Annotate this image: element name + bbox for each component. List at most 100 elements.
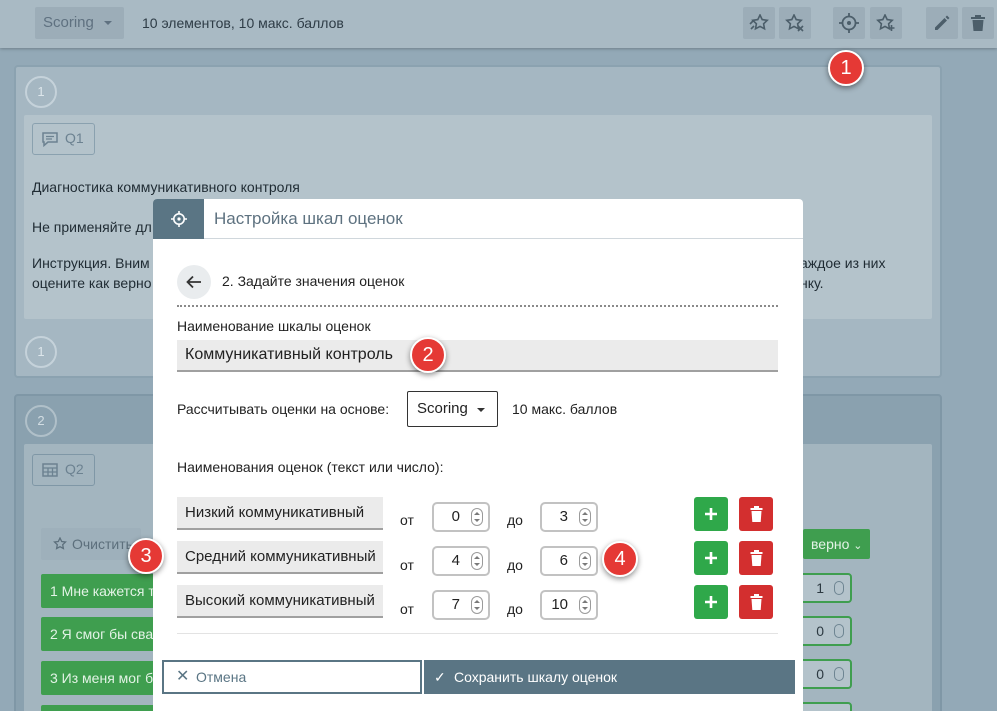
score-field[interactable] <box>796 702 852 711</box>
correct-dropdown-label: верно <box>811 536 850 552</box>
scales-button[interactable] <box>833 7 865 39</box>
cancel-button[interactable]: ✕ Отмена <box>162 660 422 694</box>
grade-name-input[interactable]: Низкий коммуникативный <box>177 497 383 530</box>
delete-grade-button[interactable] <box>739 497 773 531</box>
spinner-icon[interactable] <box>579 508 591 526</box>
callout-marker: 1 <box>828 50 864 86</box>
back-button[interactable] <box>177 265 211 299</box>
correct-dropdown[interactable]: верно ⌄ <box>803 529 870 559</box>
scale-name-input[interactable]: Коммуникативный контроль <box>177 340 778 372</box>
score-value: 1 <box>816 580 824 596</box>
save-scale-button[interactable]: ✓ Сохранить шкалу оценок <box>424 660 795 694</box>
grade-to-input[interactable]: 6 <box>540 546 598 576</box>
score-value: 0 <box>816 666 824 682</box>
grade-from-input[interactable]: 0 <box>432 502 490 532</box>
delete-grade-button[interactable] <box>739 585 773 619</box>
scales-modal-header: Настройка шкал оценок <box>153 199 803 239</box>
trash-icon <box>971 15 985 31</box>
question-tag-label: Q1 <box>65 130 84 146</box>
star-remove-button[interactable] <box>779 7 811 39</box>
to-label: до <box>507 557 523 573</box>
spinner-icon[interactable] <box>471 596 483 614</box>
score-field[interactable]: 0 <box>796 659 852 689</box>
trash-icon <box>750 550 762 566</box>
stars-button[interactable] <box>743 7 775 39</box>
question-tag[interactable]: Q1 <box>32 123 95 155</box>
question-line: Инструкция. Вним <box>32 255 150 271</box>
callout-marker: 3 <box>128 538 164 574</box>
step-title: 2. Задайте значения оценок <box>222 273 405 289</box>
question-tag[interactable]: Q2 <box>32 454 95 486</box>
spinner-icon[interactable] <box>579 552 591 570</box>
clear-button[interactable]: Очистить <box>41 528 141 560</box>
calc-basis-select[interactable]: Scoring <box>407 391 498 427</box>
crosshair-icon <box>839 13 859 33</box>
grade-from-value: 7 <box>451 596 460 613</box>
to-label: до <box>507 601 523 617</box>
grade-from-value: 4 <box>451 552 460 569</box>
to-label: до <box>507 512 523 528</box>
scale-name-label: Наименование шкалы оценок <box>177 318 371 334</box>
check-icon: ✓ <box>434 669 446 685</box>
divider <box>177 305 778 307</box>
question-line: аждое из них <box>800 255 886 271</box>
spinner-icon[interactable] <box>471 552 483 570</box>
star-add-button[interactable] <box>870 7 902 39</box>
grade-to-input[interactable]: 10 <box>540 590 598 620</box>
grade-from-input[interactable]: 7 <box>432 590 490 620</box>
plus-icon <box>705 596 717 608</box>
items-info: 10 элементов, 10 макс. баллов <box>142 15 344 31</box>
add-grade-button[interactable] <box>694 497 728 531</box>
question-number: 2 <box>25 405 57 437</box>
crosshair-icon <box>170 211 187 227</box>
grade-to-value: 10 <box>551 596 568 613</box>
plus-icon <box>705 508 717 520</box>
score-field[interactable]: 1 <box>796 573 852 603</box>
calc-basis-value: Scoring <box>417 400 468 417</box>
spinner-icon[interactable] <box>579 596 591 614</box>
plus-icon <box>705 552 717 564</box>
grade-from-input[interactable]: 4 <box>432 546 490 576</box>
from-label: от <box>400 557 414 573</box>
scoring-select[interactable]: Scoring <box>35 7 124 39</box>
comment-icon <box>42 132 58 147</box>
question-line: нку. <box>800 275 824 291</box>
pencil-icon <box>935 15 950 30</box>
divider <box>177 633 778 634</box>
modal-title: Настройка шкал оценок <box>214 209 403 228</box>
clear-button-label: Очистить <box>72 536 133 552</box>
grade-to-value: 3 <box>559 508 568 525</box>
delete-grade-button[interactable] <box>739 541 773 575</box>
spinner-icon <box>834 581 844 595</box>
edit-button[interactable] <box>926 7 958 39</box>
chevron-down-icon: ⌄ <box>853 540 863 552</box>
top-toolbar: Scoring 10 элементов, 10 макс. баллов <box>0 0 997 48</box>
grade-name-input[interactable]: Высокий коммуникативный <box>177 585 383 618</box>
from-label: от <box>400 512 414 528</box>
question-number: 1 <box>25 336 57 368</box>
scoring-select-value: Scoring <box>43 14 94 31</box>
question-line: Не применяйте дл <box>32 219 152 235</box>
spinner-icon[interactable] <box>471 508 483 526</box>
stars-icon <box>749 14 769 31</box>
callout-marker: 4 <box>602 541 638 577</box>
add-grade-button[interactable] <box>694 585 728 619</box>
grade-name-input[interactable]: Средний коммуникативный <box>177 541 383 574</box>
score-field[interactable]: 0 <box>796 616 852 646</box>
question-number: 1 <box>25 76 57 108</box>
max-score-text: 10 макс. баллов <box>512 401 618 417</box>
spinner-icon <box>834 667 844 681</box>
delete-button[interactable] <box>962 7 994 39</box>
table-icon <box>42 463 58 477</box>
from-label: от <box>400 601 414 617</box>
add-grade-button[interactable] <box>694 541 728 575</box>
star-x-icon <box>785 14 804 32</box>
save-button-label: Сохранить шкалу оценок <box>454 669 618 685</box>
callout-marker: 2 <box>410 337 446 373</box>
question-tag-label: Q2 <box>65 461 84 477</box>
score-value: 0 <box>816 623 824 639</box>
modal-icon-block <box>153 199 204 239</box>
grade-from-value: 0 <box>451 508 460 525</box>
grade-to-input[interactable]: 3 <box>540 502 598 532</box>
calc-label: Рассчитывать оценки на основе: <box>177 401 390 417</box>
